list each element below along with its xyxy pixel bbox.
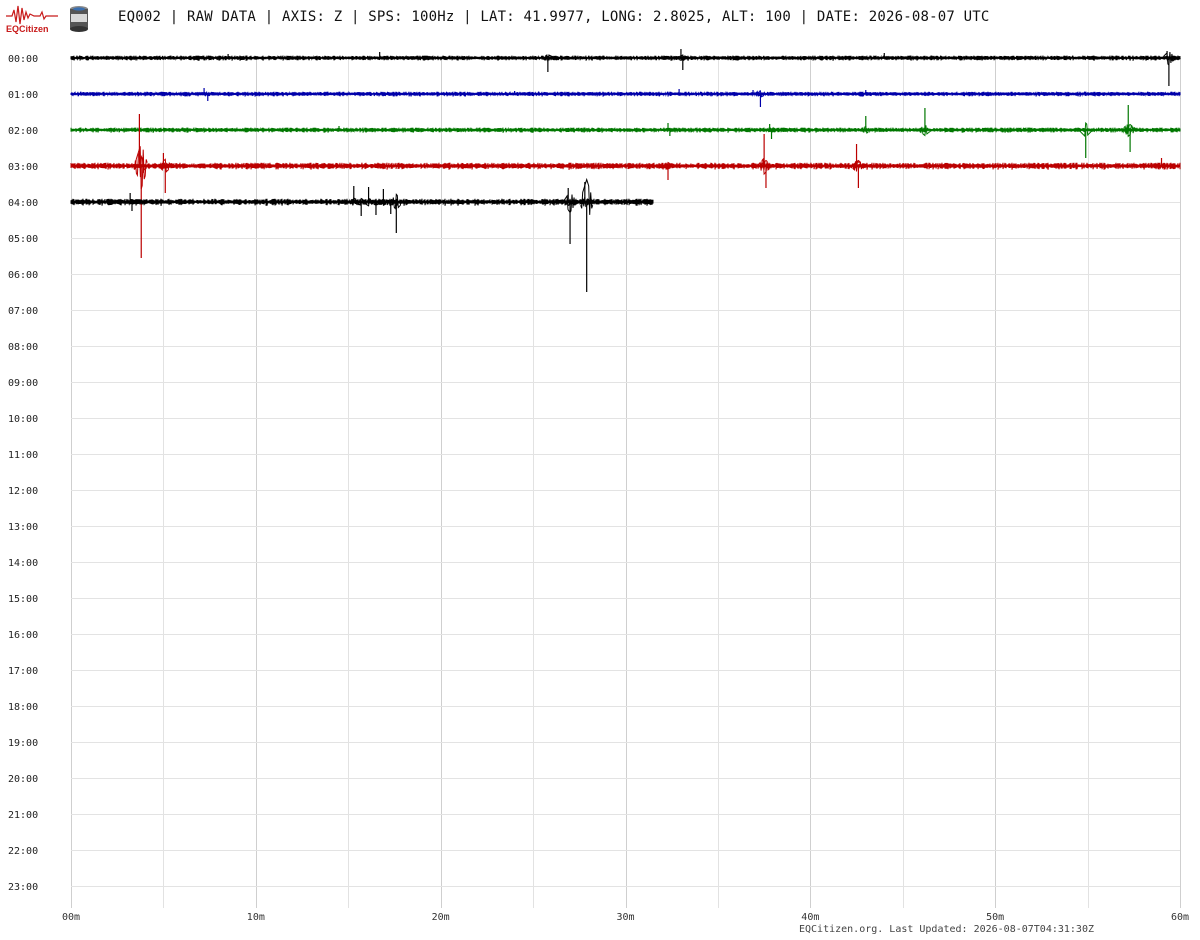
y-tick-label: 16:00 (8, 630, 38, 641)
x-tick-label: 30m (616, 912, 634, 920)
horizontal-gridlines (71, 58, 1180, 887)
trace-0200 (70, 126, 1181, 133)
y-tick-label: 06:00 (8, 270, 38, 281)
y-tick-label: 03:00 (8, 162, 38, 173)
y-tick-label: 22:00 (8, 846, 38, 857)
y-tick-label: 02:00 (8, 126, 38, 137)
x-tick-label: 60m (1171, 912, 1189, 920)
trace-0000 (70, 54, 1181, 61)
x-tick-label: 20m (432, 912, 450, 920)
x-tick-label: 40m (801, 912, 819, 920)
y-tick-label: 10:00 (8, 414, 38, 425)
y-tick-label: 14:00 (8, 558, 38, 569)
helicorder-plot: 00:00 01:00 02:00 03:00 04:00 05:00 06:00 07:00… (8, 49, 1189, 920)
header: EQCitizen EQ002 | RAW DATA | AXIS: Z | S… (0, 0, 1200, 40)
y-axis-labels: 00:00 01:00 02:00 03:00 04:00 05:00 06:00 07:00… (8, 54, 38, 893)
chart-title: EQ002 | RAW DATA | AXIS: Z | SPS: 100Hz … (118, 9, 990, 25)
y-tick-label: 13:00 (8, 522, 38, 533)
trace-0300 (70, 162, 1181, 170)
sensor-icon (70, 6, 88, 32)
y-tick-label: 11:00 (8, 450, 38, 461)
x-tick-label: 10m (247, 912, 265, 920)
y-tick-label: 15:00 (8, 594, 38, 605)
x-tick-label: 00m (62, 912, 80, 920)
y-tick-label: 04:00 (8, 198, 38, 209)
y-tick-label: 23:00 (8, 882, 38, 893)
footer-updated: EQCitizen.org. Last Updated: 2026-08-07T… (798, 924, 1094, 935)
y-tick-label: 20:00 (8, 774, 38, 785)
y-tick-label: 05:00 (8, 234, 38, 245)
y-tick-label: 09:00 (8, 378, 38, 389)
x-axis-labels: 00m 10m 20m 30m 40m 50m 60m (62, 912, 1189, 920)
y-tick-label: 07:00 (8, 306, 38, 317)
trace-0100 (70, 90, 1181, 97)
y-tick-label: 18:00 (8, 702, 38, 713)
y-tick-label: 12:00 (8, 486, 38, 497)
y-tick-label: 08:00 (8, 342, 38, 353)
seismic-traces (70, 49, 1181, 292)
y-tick-label: 21:00 (8, 810, 38, 821)
y-tick-label: 17:00 (8, 666, 38, 677)
x-tick-label: 50m (986, 912, 1004, 920)
y-tick-label: 19:00 (8, 738, 38, 749)
y-tick-label: 01:00 (8, 90, 38, 101)
y-tick-label: 00:00 (8, 54, 38, 65)
vertical-gridlines (71, 58, 1181, 908)
logo-text: EQCitizen (6, 24, 49, 34)
